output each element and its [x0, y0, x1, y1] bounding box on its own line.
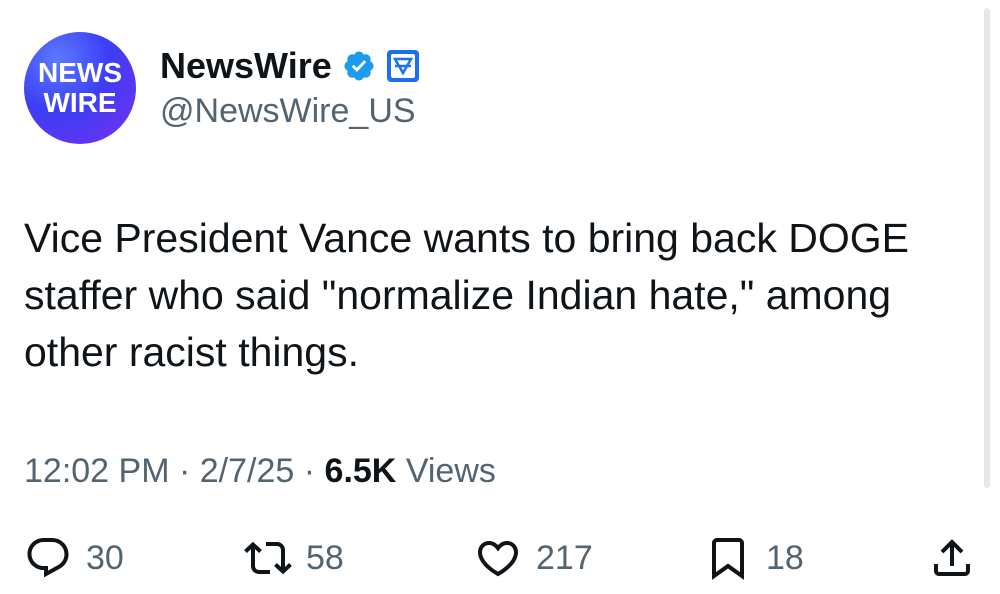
affiliate-badge-icon[interactable]	[386, 49, 420, 83]
bookmark-count: 18	[766, 538, 804, 577]
share-button[interactable]	[928, 534, 976, 582]
action-bar: 30 58 217 18	[24, 534, 976, 594]
bookmark-button[interactable]: 18	[704, 534, 804, 582]
scrollbar[interactable]	[984, 8, 990, 488]
name-row: NewsWire	[160, 42, 420, 90]
repost-count: 58	[306, 538, 344, 577]
verified-badge-icon[interactable]	[342, 49, 376, 83]
tweet-meta: 12:02 PM · 2/7/25 · 6.5K Views	[24, 452, 496, 491]
reply-count: 30	[86, 538, 124, 577]
reply-button[interactable]: 30	[24, 534, 124, 582]
bookmark-icon	[712, 538, 744, 580]
meta-separator: ·	[178, 452, 191, 490]
views-label: Views	[405, 452, 496, 490]
repost-button[interactable]: 58	[244, 534, 344, 582]
views-count: 6.5K	[324, 452, 397, 490]
tweet-time[interactable]: 12:02 PM	[24, 452, 170, 490]
avatar[interactable]: NEWS WIRE	[24, 32, 136, 144]
avatar-line-1: NEWS	[38, 57, 122, 88]
display-name[interactable]: NewsWire	[160, 45, 332, 87]
tweet-text: Vice President Vance wants to bring back…	[24, 215, 909, 375]
heart-icon	[477, 541, 519, 577]
repost-icon	[244, 541, 292, 575]
tweet-date[interactable]: 2/7/25	[200, 452, 295, 490]
reply-icon	[27, 538, 69, 578]
like-button[interactable]: 217	[474, 534, 593, 582]
like-count: 217	[536, 538, 593, 577]
avatar-line-2: WIRE	[43, 87, 117, 118]
share-icon	[934, 539, 970, 576]
handle[interactable]: @NewsWire_US	[160, 92, 416, 131]
meta-separator: ·	[303, 452, 316, 490]
